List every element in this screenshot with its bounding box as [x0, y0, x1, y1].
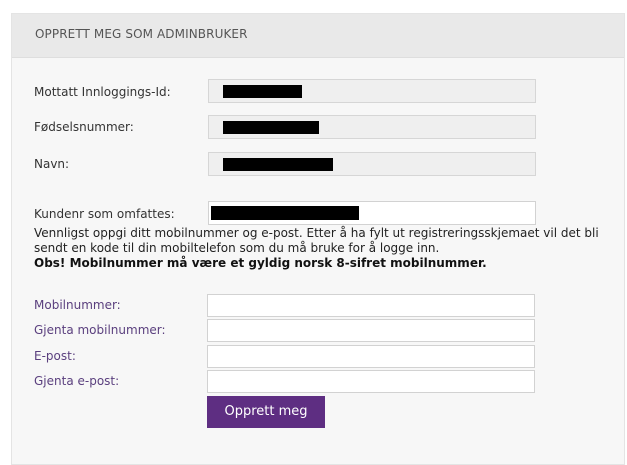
redacted-value: [223, 85, 302, 98]
mobile-warning: Obs! Mobilnummer må være et gyldig norsk…: [34, 256, 487, 270]
redacted-value: [223, 121, 319, 134]
panel-header: OPPRETT MEG SOM ADMINBRUKER: [12, 14, 624, 58]
mobile-input[interactable]: [207, 294, 535, 317]
admin-signup-panel: OPPRETT MEG SOM ADMINBRUKER Mottatt Innl…: [11, 13, 625, 465]
mobile-label: Mobilnummer:: [34, 298, 121, 312]
email-repeat-input[interactable]: [207, 370, 535, 393]
info-message: Vennligst oppgi ditt mobilnummer og e-po…: [34, 226, 599, 255]
email-label: E-post:: [34, 349, 76, 363]
info-text: Vennligst oppgi ditt mobilnummer og e-po…: [34, 226, 619, 271]
birth-number-label: Fødselsnummer:: [34, 120, 134, 134]
mobile-repeat-input[interactable]: [207, 319, 535, 342]
email-input[interactable]: [207, 345, 535, 368]
mobile-repeat-label: Gjenta mobilnummer:: [34, 323, 166, 337]
name-label: Navn:: [34, 157, 70, 171]
panel-title: OPPRETT MEG SOM ADMINBRUKER: [35, 27, 248, 41]
customer-number-label: Kundenr som omfattes:: [34, 207, 175, 221]
email-repeat-label: Gjenta e-post:: [34, 374, 120, 388]
login-id-field: [208, 79, 536, 103]
redacted-value: [223, 158, 333, 171]
birth-number-field: [208, 115, 536, 139]
page: OPPRETT MEG SOM ADMINBRUKER Mottatt Innl…: [0, 0, 627, 465]
create-me-button[interactable]: Opprett meg: [207, 396, 325, 428]
login-id-label: Mottatt Innloggings-Id:: [34, 85, 171, 99]
name-field: [208, 152, 536, 176]
customer-number-field: [208, 201, 536, 225]
redacted-value: [211, 206, 359, 220]
